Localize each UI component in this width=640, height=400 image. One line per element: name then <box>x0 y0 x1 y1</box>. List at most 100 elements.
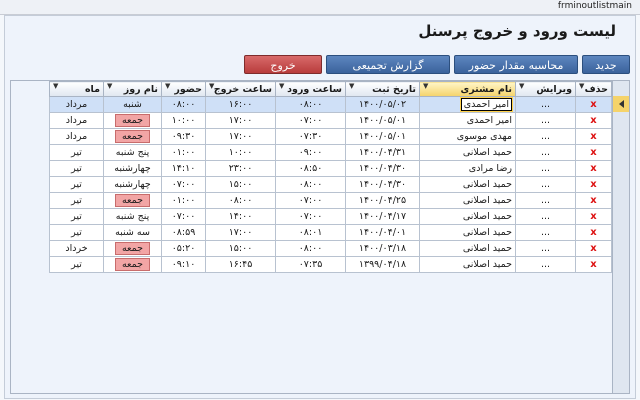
window-title: frminoutlistmain <box>557 1 632 11</box>
edit-row-button[interactable]: ... <box>515 256 576 273</box>
date-cell-text: ۱۴۰۰/۰۴/۰۱ <box>358 227 407 238</box>
col-header-date[interactable]: تاریخ ثبت ▼ <box>345 81 420 97</box>
table-header-row: حذف ▼ ویرایش ▼ نام مشتری ▼ تاریخ ثبت ▼ ساعت … <box>49 81 612 97</box>
delete-row-button-text: x <box>590 99 597 110</box>
edit-row-button-text: ... <box>540 147 551 158</box>
edit-row-button[interactable]: ... <box>515 176 576 193</box>
presence-cell-text: ۰۵:۲۰ <box>171 243 196 254</box>
delete-row-button[interactable]: x <box>575 128 612 145</box>
customer-name-cell-text: حمید اصلانی <box>462 243 512 254</box>
date-cell-text: ۱۴۰۰/۰۵/۰۱ <box>358 115 407 126</box>
delete-row-button-text: x <box>590 163 597 174</box>
customer-name-cell[interactable]: رضا مرادی <box>419 160 516 177</box>
table-row[interactable]: x... حمید اصلانی ۱۴۰۰/۰۴/۰۱ ۰۸:۰۱ ۱۷:۰۰ ۰۸:۵۹… <box>49 224 612 241</box>
date-cell: ۱۴۰۰/۰۴/۰۱ <box>345 224 420 241</box>
delete-row-button[interactable]: x <box>575 96 612 113</box>
table-row[interactable]: x... حمید اصلانی ۱۴۰۰/۰۳/۱۸ ۰۸:۰۰ ۱۵:۰۰ ۰۵:۲۰… <box>49 240 612 257</box>
col-header-exit[interactable]: ساعت خروج ▼ <box>205 81 276 97</box>
delete-row-button[interactable]: x <box>575 224 612 241</box>
col-header-edit[interactable]: ویرایش ▼ <box>515 81 576 97</box>
customer-name-cell[interactable]: حمید اصلانی <box>419 192 516 209</box>
delete-row-button[interactable]: x <box>575 208 612 225</box>
delete-row-button-text: x <box>590 131 597 142</box>
customer-name-cell[interactable]: حمید اصلانی <box>419 240 516 257</box>
entry-time-cell: ۰۸:۵۰ <box>275 160 346 177</box>
presence-cell: ۰۹:۳۰ <box>161 128 206 145</box>
col-header-entry[interactable]: ساعت ورود ▼ <box>275 81 346 97</box>
new-button[interactable]: جدید <box>582 55 630 74</box>
edit-row-button[interactable]: ... <box>515 96 576 113</box>
delete-row-button[interactable]: x <box>575 240 612 257</box>
attendance-grid: حذف ▼ ویرایش ▼ نام مشتری ▼ تاریخ ثبت ▼ ساعت … <box>10 80 630 394</box>
col-header-customer[interactable]: نام مشتری ▼ <box>419 81 516 97</box>
row-selector-column[interactable] <box>612 81 629 393</box>
date-cell: ۱۴۰۰/۰۳/۱۸ <box>345 240 420 257</box>
table-row[interactable]: x... حمید اصلانی ۱۴۰۰/۰۴/۲۵ ۰۷:۰۰ ۰۸:۰۰ ۰۱:۰۰… <box>49 192 612 209</box>
calculate-attendance-button[interactable]: محاسبه مقدار حضور <box>454 55 578 74</box>
edit-row-button-text: ... <box>540 195 551 206</box>
month-cell: خرداد <box>49 240 104 257</box>
exit-time-cell: ۱۷:۰۰ <box>205 224 276 241</box>
customer-name-cell[interactable]: مهدی موسوی <box>419 128 516 145</box>
day-name-cell-text: پنج شنبه <box>115 147 150 158</box>
edit-row-button[interactable]: ... <box>515 192 576 209</box>
customer-name-cell[interactable]: حمید اصلانی <box>419 144 516 161</box>
month-cell-text: تیر <box>71 211 82 222</box>
exit-button[interactable]: خروج <box>244 55 322 74</box>
delete-row-button[interactable]: x <box>575 160 612 177</box>
customer-name-cell-text: حمید اصلانی <box>462 179 512 190</box>
table-row[interactable]: x... حمید اصلانی ۱۳۹۹/۰۴/۱۸ ۰۷:۳۵ ۱۶:۴۵ ۰۹:۱۰… <box>49 256 612 273</box>
delete-row-button-text: x <box>590 115 597 126</box>
table-row[interactable]: x... امیر احمدی ۱۴۰۰/۰۵/۰۲ ۰۸:۰۰ ۱۶:۰۰ ۰۸:۰۰ ش… <box>49 96 612 113</box>
date-cell-text: ۱۴۰۰/۰۵/۰۲ <box>358 99 407 110</box>
edit-row-button[interactable]: ... <box>515 144 576 161</box>
edit-row-button[interactable]: ... <box>515 112 576 129</box>
delete-row-button[interactable]: x <box>575 176 612 193</box>
delete-row-button[interactable]: x <box>575 192 612 209</box>
customer-name-cell[interactable]: حمید اصلانی <box>419 208 516 225</box>
day-name-cell: سه شنبه <box>103 224 162 241</box>
delete-row-button[interactable]: x <box>575 112 612 129</box>
edit-row-button[interactable]: ... <box>515 128 576 145</box>
table-row[interactable]: x... حمید اصلانی ۱۴۰۰/۰۴/۳۱ ۰۹:۰۰ ۱۰:۰۰ ۰۱:۰۰… <box>49 144 612 161</box>
col-header-presence[interactable]: حضور ▼ <box>161 81 206 97</box>
exit-time-cell-text: ۱۶:۰۰ <box>228 99 253 110</box>
date-cell-text: ۱۴۰۰/۰۴/۱۷ <box>358 211 407 222</box>
dropdown-arrow-icon: ▼ <box>279 82 285 91</box>
table-row[interactable]: x... مهدی موسوی ۱۴۰۰/۰۵/۰۱ ۰۷:۳۰ ۱۷:۰۰ ۰۹:۳۰ ج… <box>49 128 612 145</box>
date-cell-text: ۱۴۰۰/۰۴/۲۵ <box>358 195 407 206</box>
month-cell: تیر <box>49 176 104 193</box>
customer-name-cell-text: حمید اصلانی <box>462 259 512 270</box>
delete-row-button[interactable]: x <box>575 256 612 273</box>
day-name-cell-text: سه شنبه <box>115 227 150 238</box>
presence-cell: ۰۷:۰۰ <box>161 176 206 193</box>
table-row[interactable]: x... حمید اصلانی ۱۴۰۰/۰۴/۳۰ ۰۸:۰۰ ۱۵:۰۰ ۰۷:۰۰… <box>49 176 612 193</box>
edit-row-button[interactable]: ... <box>515 240 576 257</box>
customer-name-cell[interactable]: امیر احمدی <box>419 96 516 113</box>
summary-report-button[interactable]: گزارش تجمیعی <box>326 55 450 74</box>
day-name-cell: پنج شنبه <box>103 208 162 225</box>
col-header-day[interactable]: نام روز ▼ <box>103 81 162 97</box>
month-cell-text: مرداد <box>65 115 88 126</box>
col-header-delete[interactable]: حذف ▼ <box>575 81 612 97</box>
delete-row-button[interactable]: x <box>575 144 612 161</box>
customer-name-cell[interactable]: حمید اصلانی <box>419 224 516 241</box>
edit-row-button[interactable]: ... <box>515 224 576 241</box>
exit-time-cell: ۱۵:۰۰ <box>205 240 276 257</box>
edit-row-button[interactable]: ... <box>515 208 576 225</box>
table-row[interactable]: x... رضا مرادی ۱۴۰۰/۰۴/۳۰ ۰۸:۵۰ ۲۳:۰۰ ۱۴:۱۰ چه… <box>49 160 612 177</box>
edit-row-button[interactable]: ... <box>515 160 576 177</box>
entry-time-cell-text: ۰۷:۰۰ <box>298 211 323 222</box>
col-header-month[interactable]: ماه ▼ <box>49 81 104 97</box>
day-name-cell-text: پنج شنبه <box>115 211 150 222</box>
month-cell-text: تیر <box>71 259 82 270</box>
presence-cell-text: ۰۱:۰۰ <box>171 195 196 206</box>
customer-name-cell[interactable]: حمید اصلانی <box>419 176 516 193</box>
customer-name-cell[interactable]: حمید اصلانی <box>419 256 516 273</box>
table-row[interactable]: x... حمید اصلانی ۱۴۰۰/۰۴/۱۷ ۰۷:۰۰ ۱۴:۰۰ ۰۷:۰۰… <box>49 208 612 225</box>
table-row[interactable]: x... امیر احمدی ۱۴۰۰/۰۵/۰۱ ۰۷:۰۰ ۱۷:۰۰ ۱۰:۰۰ ج… <box>49 112 612 129</box>
presence-cell: ۰۸:۵۹ <box>161 224 206 241</box>
customer-name-cell[interactable]: امیر احمدی <box>419 112 516 129</box>
dropdown-arrow-icon: ▼ <box>165 82 171 91</box>
month-cell-text: تیر <box>71 227 82 238</box>
